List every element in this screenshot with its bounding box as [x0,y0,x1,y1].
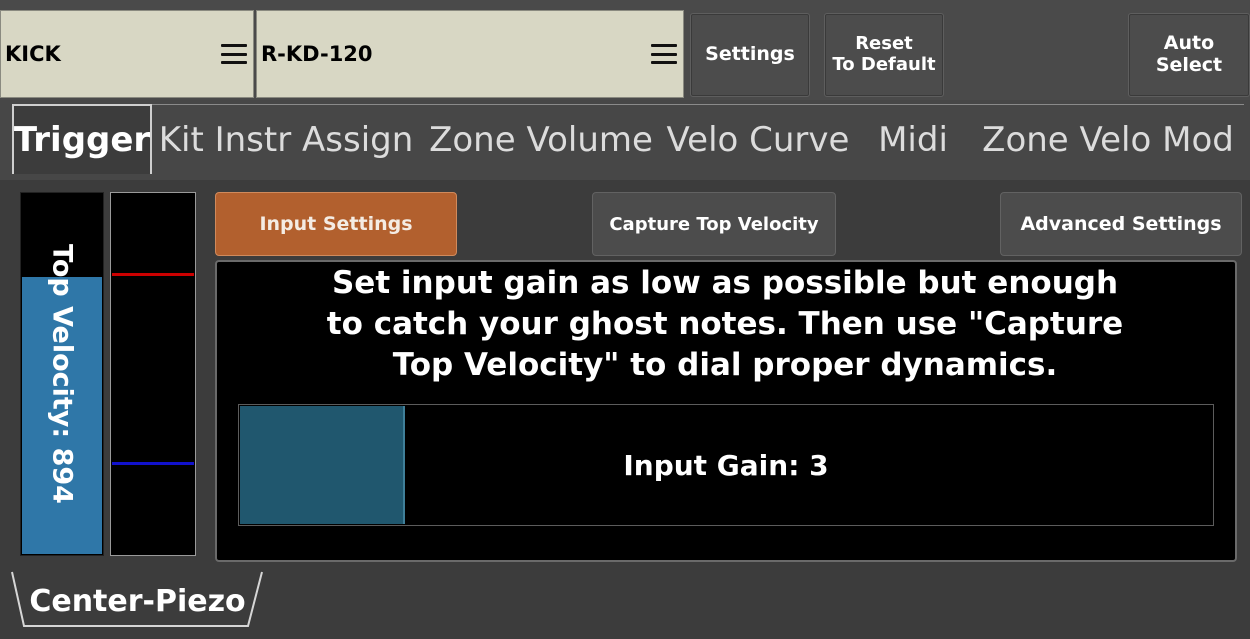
menu-icon[interactable] [221,44,247,64]
advanced-settings-button[interactable]: Advanced Settings [1000,192,1242,256]
input-gain-label-wrap[interactable]: Input Gain: 3 [238,404,1214,526]
instruction-line: to catch your ghost notes. Then use "Cap… [326,306,1124,342]
reset-line-1: Reset [855,33,913,55]
menu-icon[interactable] [651,44,677,64]
reset-to-default-button[interactable]: Reset To Default [824,13,944,97]
tab-label: Zone Velo Mod [982,119,1234,160]
instruction-line: Top Velocity" to dial proper dynamics. [392,347,1058,383]
instruction-line: Set input gain as low as possible but en… [331,265,1119,301]
input-gain-label: Input Gain: 3 [623,448,829,482]
advanced-label: Advanced Settings [1020,213,1222,235]
meter-threshold-marker [112,462,194,465]
auto-line-2: Select [1155,54,1223,76]
top-velocity-label-wrap: Top Velocity: 894 [20,192,104,556]
meter-top-marker [112,273,194,276]
capture-label: Capture Top Velocity [609,213,819,235]
zone-tab-label: Center-Piezo [29,583,246,619]
instruction-text: Set input gain as low as possible but en… [240,263,1210,386]
instrument-selector[interactable]: KICK [0,10,254,98]
auto-select-button[interactable]: Auto Select [1128,13,1250,97]
capture-top-velocity-button[interactable]: Capture Top Velocity [592,192,836,256]
tab-trigger[interactable]: Trigger [12,104,152,174]
pad-model-selector[interactable]: R-KD-120 [256,10,684,98]
tab-label: Zone Volume [429,119,653,160]
tab-zone-velo-mod[interactable]: Zone Velo Mod [972,104,1244,174]
tab-label: Trigger [13,120,151,160]
tab-label: Kit Instr Assign [158,119,414,160]
pad-model-label: R-KD-120 [261,42,373,66]
instrument-label: KICK [5,42,61,66]
settings-button-label: Settings [705,43,795,66]
tab-label: Midi [878,119,948,160]
input-settings-label: Input Settings [259,213,413,235]
auto-line-1: Auto [1163,32,1215,55]
zone-tab-center-piezo[interactable]: Center-Piezo [10,570,265,632]
tab-midi[interactable]: Midi [854,104,972,174]
top-velocity-label: Top Velocity: 894 [46,244,78,504]
tab-kit-instr-assign[interactable]: Kit Instr Assign [152,104,420,174]
tab-label: Velo Curve [666,119,850,160]
reset-line-2: To Default [832,54,936,75]
input-settings-button[interactable]: Input Settings [215,192,457,256]
tab-zone-volume[interactable]: Zone Volume [420,104,662,174]
hit-meter [110,192,196,556]
settings-button[interactable]: Settings [690,13,810,97]
tab-velo-curve[interactable]: Velo Curve [662,104,854,174]
